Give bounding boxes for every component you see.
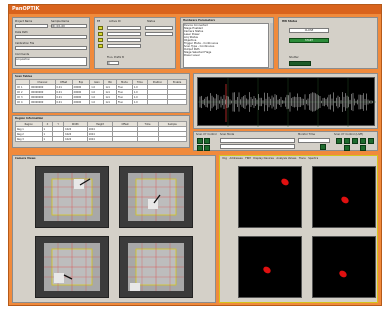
active-id-field[interactable] — [107, 44, 141, 48]
scan-xy-button[interactable] — [197, 145, 203, 151]
led-indicator[interactable] — [98, 26, 103, 30]
fluorescence-spot — [280, 177, 290, 187]
parameter-list: Device Connected Stage Enabled Camera St… — [183, 23, 269, 68]
image-display-panel: Img Addresses FRM Display Devices Analys… — [219, 155, 378, 303]
fluo-prefix-field[interactable]: 0 — [107, 61, 119, 65]
camera-view[interactable] — [119, 166, 193, 228]
fluorescence-spot — [262, 265, 272, 275]
status-field — [145, 26, 173, 30]
active-id-field[interactable] — [107, 38, 141, 42]
status-field — [145, 32, 173, 36]
scan-controls-row: Scan XY Control Scan Mode Monitor Time S… — [193, 131, 378, 151]
live-control-button[interactable] — [360, 145, 366, 151]
hw-status-title: HW Status — [282, 20, 298, 23]
live-control-button[interactable] — [352, 138, 358, 144]
fluorescence-image[interactable] — [312, 236, 376, 298]
start-button[interactable]: START — [289, 38, 329, 43]
status-header: Status — [147, 20, 156, 23]
table-row[interactable]: Ch 4 00000000 0.01 20000 1.0 1x1 Fluo 1.0 — [14, 99, 187, 105]
tab-frm[interactable]: FRM — [245, 157, 251, 160]
sample-name-label: Sample Name — [51, 20, 70, 23]
camera-views-panel: Camera Views — [12, 155, 216, 303]
monitor-button[interactable] — [320, 144, 326, 150]
data-path-label: Data Path — [15, 31, 28, 34]
tab-addresses[interactable]: Addresses — [229, 157, 242, 160]
fluorescence-image[interactable] — [238, 236, 302, 298]
active-id-field[interactable] — [107, 32, 141, 36]
scan-xy-button[interactable] — [204, 138, 210, 144]
data-path-field[interactable] — [15, 35, 87, 39]
hardware-parameters-panel: Hardware Parameters Device Connected Sta… — [180, 17, 274, 69]
fluorescence-spot — [338, 269, 348, 279]
signal-trace-display — [197, 77, 376, 127]
tab-display-devices[interactable]: Display Devices — [253, 157, 274, 160]
tab-img[interactable]: Img — [222, 157, 227, 160]
calibration-field[interactable] — [15, 46, 87, 50]
project-info-panel: Project Name Sample Name ID: 0/1.00 Data… — [12, 17, 90, 69]
live-control-button[interactable] — [344, 145, 350, 151]
window-title: PanOPTIK — [9, 5, 381, 14]
close-button[interactable]: CLOSE — [289, 28, 329, 33]
scan-mode-label: Scan Mode — [220, 133, 235, 136]
project-name-label: Project Name — [15, 20, 33, 23]
live-control-button[interactable] — [336, 138, 342, 144]
project-name-field[interactable] — [15, 24, 48, 28]
camera-view[interactable] — [119, 236, 193, 298]
comments-field[interactable]: Acquisition — [15, 57, 87, 66]
parameter-row: Power Level — [184, 54, 200, 57]
tab-trace[interactable]: Trace — [299, 157, 306, 160]
scan-xy-live-label: Scan XY Control (LIVE) — [334, 133, 364, 136]
image-tab-bar: Img Addresses FRM Display Devices Analys… — [222, 157, 318, 160]
region-table-title: Region Information — [15, 117, 44, 120]
led-indicator[interactable] — [98, 32, 103, 36]
camera-view[interactable] — [35, 236, 109, 298]
scan-xy-label: Scan XY Control — [196, 133, 217, 136]
parameter-scrollbar[interactable] — [270, 23, 273, 68]
led-indicator[interactable] — [98, 44, 103, 48]
active-id-field[interactable] — [107, 26, 141, 30]
scan-table-title: Scan Tables — [15, 75, 33, 78]
scan-table: Channel Offset Exp Gain Bin Mode Time Po… — [14, 79, 187, 105]
fluorescence-spot — [340, 195, 350, 205]
active-id-header: Active ID — [109, 20, 121, 23]
fluorescence-image[interactable] — [312, 166, 376, 228]
tab-analysis-values[interactable]: Analysis Values — [276, 157, 296, 160]
comments-label: Comments — [15, 53, 30, 56]
region-table-panel: Region Information Region X Y Width Heig… — [12, 115, 190, 148]
monitor-time-field[interactable] — [298, 138, 330, 143]
scan-table-panel: Scan Tables Channel Offset Exp Gain Bin … — [12, 73, 190, 113]
scan-xy-button[interactable] — [197, 138, 203, 144]
monitor-time-label: Monitor Time — [298, 133, 316, 136]
main-window: PanOPTIK Project Name Sample Name ID: 0/… — [8, 4, 382, 306]
calibration-label: Calibration File — [15, 42, 35, 45]
fluo-prefix-label: Fluo. Prefix B — [107, 56, 124, 59]
signal-trace-panel — [193, 73, 378, 129]
shutter-label: Shutter — [289, 56, 299, 59]
fluorescence-image[interactable] — [238, 166, 302, 228]
ee-header: EE — [97, 20, 101, 23]
shutter-indicator[interactable] — [289, 61, 311, 66]
camera-views-title: Camera Views — [15, 157, 36, 160]
scan-mode-field[interactable] — [220, 144, 295, 149]
scan-xy-button[interactable] — [204, 145, 210, 151]
hw-status-panel: HW Status CLOSE START Shutter — [278, 17, 378, 69]
tab-spectra[interactable]: Spectra — [308, 157, 318, 160]
hardware-parameters-title: Hardware Parameters — [183, 19, 216, 22]
active-channels-panel: EE Active ID Status Fluo. Prefix B 0 — [94, 17, 176, 69]
led-indicator[interactable] — [98, 38, 103, 42]
region-table: Region X Y Width Height Offset Time Samp… — [15, 121, 188, 142]
table-row[interactable]: Reg 3 1 1024 1024 — [15, 136, 188, 142]
live-control-button[interactable] — [360, 138, 366, 144]
scan-mode-field[interactable] — [220, 138, 295, 143]
signal-trace — [198, 78, 376, 127]
live-control-button[interactable] — [344, 138, 350, 144]
live-control-button[interactable] — [368, 138, 374, 144]
sample-name-field[interactable]: ID: 0/1.00 — [51, 24, 87, 28]
camera-view[interactable] — [35, 166, 109, 228]
